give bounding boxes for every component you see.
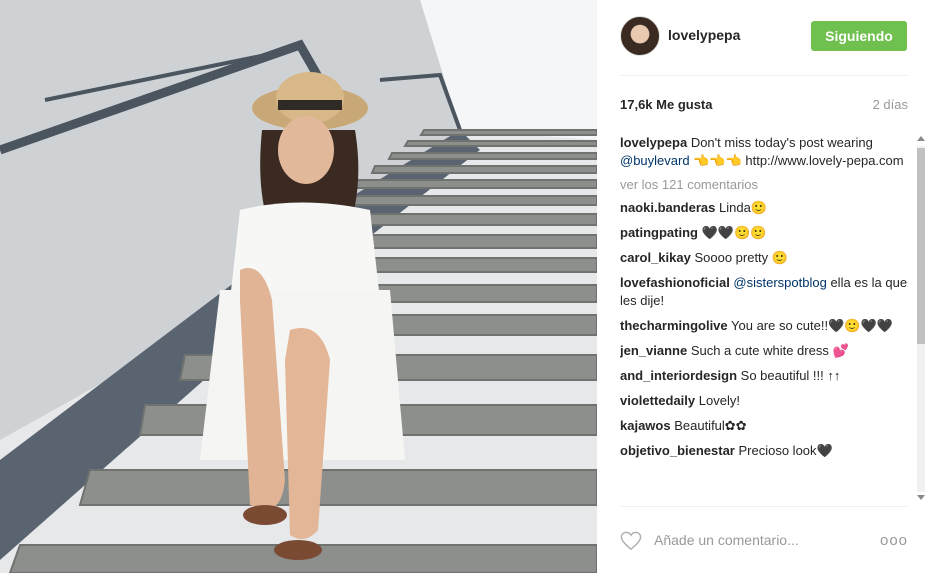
comment-username[interactable]: carol_kikay xyxy=(620,250,691,265)
likes-count[interactable]: 17,6k Me gusta xyxy=(620,97,713,112)
following-button[interactable]: Siguiendo xyxy=(811,21,907,51)
comment-username[interactable]: naoki.banderas xyxy=(620,200,715,215)
comment-text: Soooo pretty 🙂 xyxy=(690,250,788,265)
caption-text: Don't miss today's post wearing xyxy=(687,135,873,150)
comment-text: So beautiful !!! ↑↑ xyxy=(737,368,841,383)
caption: lovelypepa Don't miss today's post weari… xyxy=(620,134,910,170)
comment-username[interactable]: patingpating xyxy=(620,225,698,240)
view-all-comments-link[interactable]: ver los 121 comentarios xyxy=(620,177,910,192)
comment-username[interactable]: objetivo_bienestar xyxy=(620,443,735,458)
comment: carol_kikay Soooo pretty 🙂 xyxy=(620,249,910,267)
heart-icon[interactable] xyxy=(620,531,642,551)
header-username[interactable]: lovelypepa xyxy=(668,27,740,43)
comment: violettedaily Lovely! xyxy=(620,392,910,410)
comments-scrollbar[interactable] xyxy=(915,134,926,506)
divider xyxy=(620,75,908,76)
comment: patingpating 🖤🖤🙂🙂 xyxy=(620,224,910,242)
comment: objetivo_bienestar Precioso look🖤 xyxy=(620,442,910,460)
comment-username[interactable]: and_interiordesign xyxy=(620,368,737,383)
caption-username[interactable]: lovelypepa xyxy=(620,135,687,150)
comment-text: Linda🙂 xyxy=(715,200,767,215)
comment-text: Such a cute white dress 💕 xyxy=(687,343,849,358)
comment-text: Beautiful✿✿ xyxy=(670,418,747,433)
post-time[interactable]: 2 días xyxy=(873,97,908,112)
scroll-down-arrow-icon[interactable] xyxy=(917,495,925,500)
comment: kajawos Beautiful✿✿ xyxy=(620,417,910,435)
comment: thecharmingolive You are so cute!!🖤🙂🖤🖤 xyxy=(620,317,910,335)
caption-mention[interactable]: @buylevard xyxy=(620,153,690,168)
caption-text-2: 👈👈👈 http://www.lovely-pepa.com xyxy=(689,153,904,168)
comment-username[interactable]: jen_vianne xyxy=(620,343,687,358)
post-photo[interactable] xyxy=(0,0,597,573)
comment: and_interiordesign So beautiful !!! ↑↑ xyxy=(620,367,910,385)
comment-text: 🖤🖤🙂🙂 xyxy=(698,225,767,240)
comment-text: You are so cute!!🖤🙂🖤🖤 xyxy=(727,318,893,333)
comments-list: lovelypepa Don't miss today's post weari… xyxy=(620,134,910,500)
post-header: lovelypepa Siguiendo xyxy=(597,0,933,76)
comment-username[interactable]: kajawos xyxy=(620,418,671,433)
divider xyxy=(620,506,908,507)
comment-text: Precioso look🖤 xyxy=(734,443,833,458)
more-options-button[interactable]: ooo xyxy=(880,532,908,549)
scroll-up-arrow-icon[interactable] xyxy=(917,136,925,141)
comment: naoki.banderas Linda🙂 xyxy=(620,199,910,217)
avatar[interactable] xyxy=(620,16,660,56)
comment: jen_vianne Such a cute white dress 💕 xyxy=(620,342,910,360)
comment-mention[interactable]: @sisterspotblog xyxy=(730,275,826,290)
comment-text: Lovely! xyxy=(695,393,740,408)
comment-username[interactable]: thecharmingolive xyxy=(620,318,728,333)
scrollbar-thumb[interactable] xyxy=(917,148,925,344)
post-side-panel: lovelypepa Siguiendo 17,6k Me gusta 2 dí… xyxy=(597,0,933,573)
photo-illustration xyxy=(0,0,597,573)
comment: lovefashionoficial @sisterspotblog ella … xyxy=(620,274,910,310)
comment-username[interactable]: violettedaily xyxy=(620,393,695,408)
add-comment-input[interactable] xyxy=(654,530,854,550)
comment-username[interactable]: lovefashionoficial xyxy=(620,275,730,290)
